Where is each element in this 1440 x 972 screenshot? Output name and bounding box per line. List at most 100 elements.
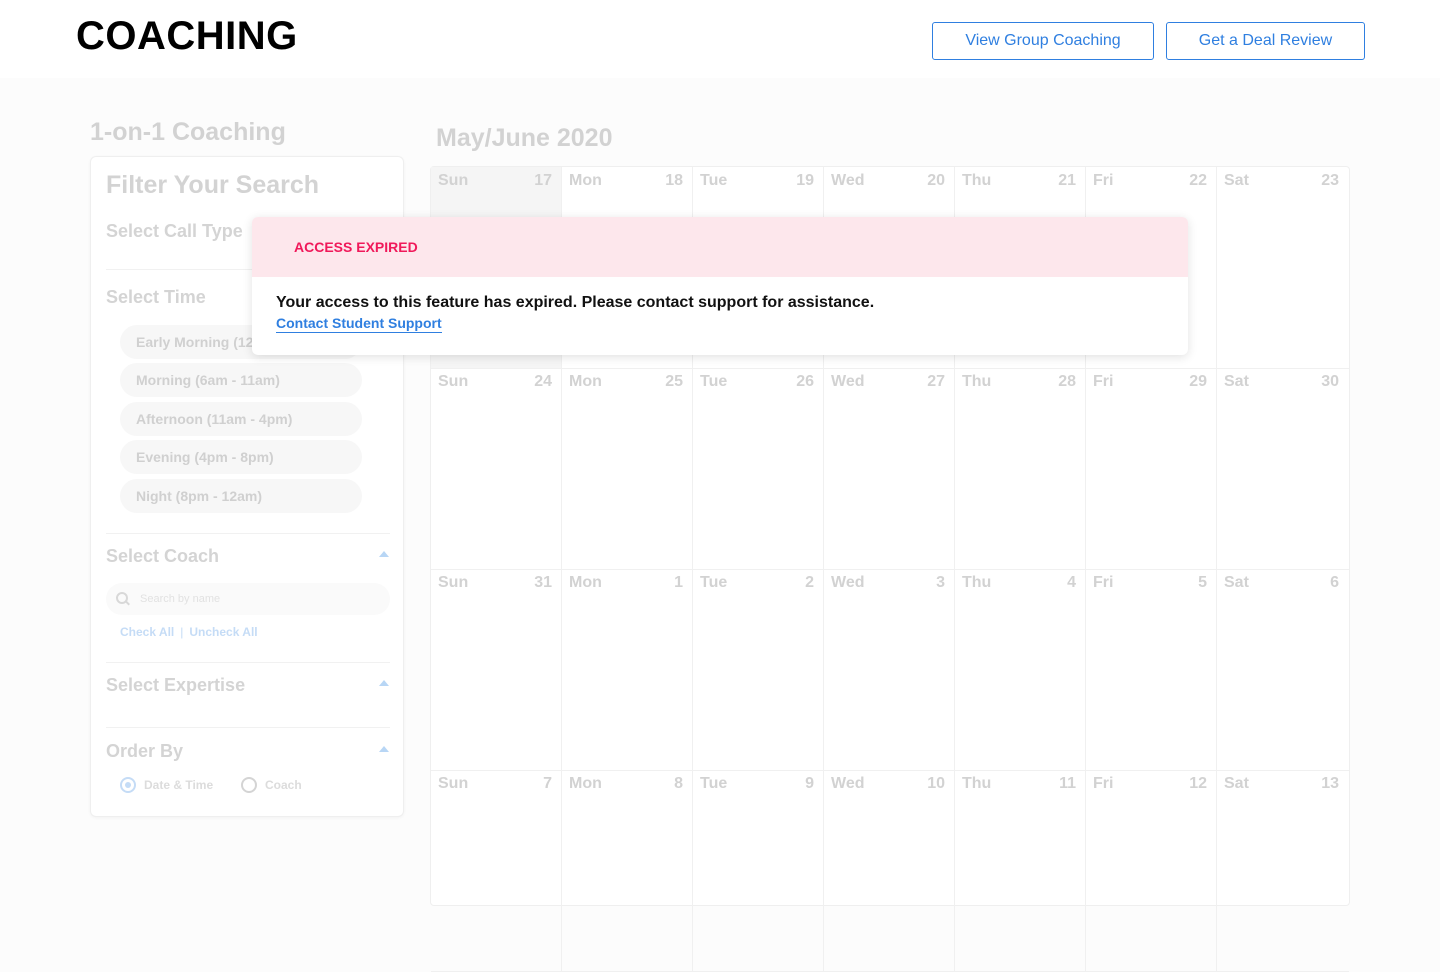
calendar-day-cell[interactable]: Sat 30	[1217, 368, 1348, 569]
calendar-day-cell[interactable]: Tue 9	[693, 770, 824, 971]
check-all-link[interactable]: Check All	[120, 625, 174, 639]
day-name: Thu	[962, 373, 992, 390]
time-option-night[interactable]: Night (8pm - 12am)	[120, 479, 362, 513]
coach-label[interactable]: Select Coach	[106, 546, 219, 567]
calendar-day-cell[interactable]: Sun 7	[431, 770, 562, 971]
day-name: Sun	[438, 574, 469, 591]
view-group-coaching-button[interactable]: View Group Coaching	[932, 22, 1154, 60]
calendar-day-cell[interactable]: Tue 2	[693, 569, 824, 770]
day-name: Fri	[1093, 574, 1114, 591]
day-name: Sun	[438, 172, 469, 189]
day-name: Mon	[569, 775, 602, 792]
day-name: Tue	[700, 775, 728, 792]
day-name: Wed	[831, 574, 865, 591]
calendar-day-cell[interactable]: Sun 24	[431, 368, 562, 569]
day-number: 18	[665, 172, 683, 189]
calendar-day-cell[interactable]: Fri 5	[1086, 569, 1217, 770]
order-by-label[interactable]: Order By	[106, 741, 183, 762]
calendar-day-cell[interactable]: Thu 11	[955, 770, 1086, 971]
day-name: Sun	[438, 775, 469, 792]
calendar-day-cell[interactable]: Mon 8	[562, 770, 693, 971]
day-number: 17	[534, 172, 552, 189]
modal-title: ACCESS EXPIRED	[294, 239, 418, 255]
day-name: Tue	[700, 574, 728, 591]
calendar-day-cell[interactable]: Wed 3	[824, 569, 955, 770]
calendar-day-cell[interactable]: Mon 1	[562, 569, 693, 770]
chevron-up-icon[interactable]	[379, 680, 389, 686]
calendar-day-cell[interactable]: Sat 6	[1217, 569, 1348, 770]
day-number: 20	[927, 172, 945, 189]
day-name: Wed	[831, 775, 865, 792]
day-name: Wed	[831, 373, 865, 390]
calendar-week: Sun 31 Mon 1 Tue 2 Wed 3 Thu 4 Fri 5 Sat 6	[431, 569, 1349, 771]
day-number: 2	[805, 574, 814, 591]
day-name: Thu	[962, 574, 992, 591]
order-date-time-radio[interactable]: Date & Time	[120, 777, 213, 793]
day-number: 13	[1321, 775, 1339, 792]
day-number: 6	[1330, 574, 1339, 591]
divider	[106, 533, 390, 534]
divider	[106, 662, 390, 663]
coach-search-input[interactable]	[138, 592, 362, 606]
get-deal-review-button[interactable]: Get a Deal Review	[1166, 22, 1365, 60]
day-name: Sat	[1224, 574, 1249, 591]
calendar-day-cell[interactable]: Fri 12	[1086, 770, 1217, 971]
radio-label: Date & Time	[144, 778, 214, 792]
calendar-title: May/June 2020	[436, 124, 613, 152]
day-name: Sat	[1224, 775, 1249, 792]
calendar-day-cell[interactable]: Mon 25	[562, 368, 693, 569]
day-name: Sat	[1224, 172, 1249, 189]
brand-title: COACHING	[76, 14, 298, 58]
uncheck-all-link[interactable]: Uncheck All	[189, 625, 257, 639]
time-label[interactable]: Select Time	[106, 287, 206, 308]
radio-unselected-icon	[241, 777, 257, 793]
day-number: 24	[534, 373, 552, 390]
day-number: 5	[1198, 574, 1207, 591]
coach-search-box[interactable]	[106, 583, 390, 615]
time-option-morning[interactable]: Morning (6am - 11am)	[120, 363, 362, 397]
day-name: Sun	[438, 373, 469, 390]
day-name: Sat	[1224, 373, 1249, 390]
day-name: Mon	[569, 373, 602, 390]
day-name: Fri	[1093, 775, 1114, 792]
radio-label: Coach	[265, 778, 302, 792]
call-type-label[interactable]: Select Call Type	[106, 221, 243, 242]
modal-message: Your access to this feature has expired.…	[276, 294, 875, 311]
day-number: 30	[1321, 373, 1339, 390]
day-number: 12	[1189, 775, 1207, 792]
calendar-day-cell[interactable]: Sat 23	[1217, 167, 1348, 368]
calendar-day-cell[interactable]: Sat 13	[1217, 770, 1348, 971]
calendar-day-cell[interactable]: Wed 10	[824, 770, 955, 971]
calendar-day-cell[interactable]: Thu 28	[955, 368, 1086, 569]
day-number: 31	[534, 574, 552, 591]
day-name: Thu	[962, 775, 992, 792]
calendar-day-cell[interactable]: Tue 26	[693, 368, 824, 569]
expertise-label[interactable]: Select Expertise	[106, 675, 245, 696]
day-name: Mon	[569, 172, 602, 189]
chevron-up-icon[interactable]	[379, 746, 389, 752]
day-number: 4	[1067, 574, 1076, 591]
day-number: 11	[1059, 775, 1076, 792]
time-option-afternoon[interactable]: Afternoon (11am - 4pm)	[120, 402, 362, 436]
day-name: Wed	[831, 172, 865, 189]
time-option-evening[interactable]: Evening (4pm - 8pm)	[120, 440, 362, 474]
divider	[106, 727, 390, 728]
day-name: Fri	[1093, 172, 1114, 189]
calendar-day-cell[interactable]: Sun 31	[431, 569, 562, 770]
day-number: 21	[1058, 172, 1076, 189]
calendar-week: Sun 24 Mon 25 Tue 26 Wed 27 Thu 28 Fri 29 Sat 30	[431, 368, 1349, 570]
day-number: 26	[796, 373, 814, 390]
search-icon	[116, 592, 130, 606]
day-number: 19	[796, 172, 814, 189]
contact-support-link[interactable]: Contact Student Support	[276, 315, 442, 333]
calendar-day-cell[interactable]: Fri 29	[1086, 368, 1217, 569]
access-expired-modal: ACCESS EXPIRED Your access to this featu…	[252, 217, 1188, 355]
calendar-day-cell[interactable]: Wed 27	[824, 368, 955, 569]
day-number: 9	[805, 775, 814, 792]
day-name: Tue	[700, 172, 728, 189]
order-coach-radio[interactable]: Coach	[241, 777, 302, 793]
calendar-day-cell[interactable]: Thu 4	[955, 569, 1086, 770]
day-name: Fri	[1093, 373, 1114, 390]
day-number: 25	[665, 373, 683, 390]
chevron-up-icon[interactable]	[379, 551, 389, 557]
